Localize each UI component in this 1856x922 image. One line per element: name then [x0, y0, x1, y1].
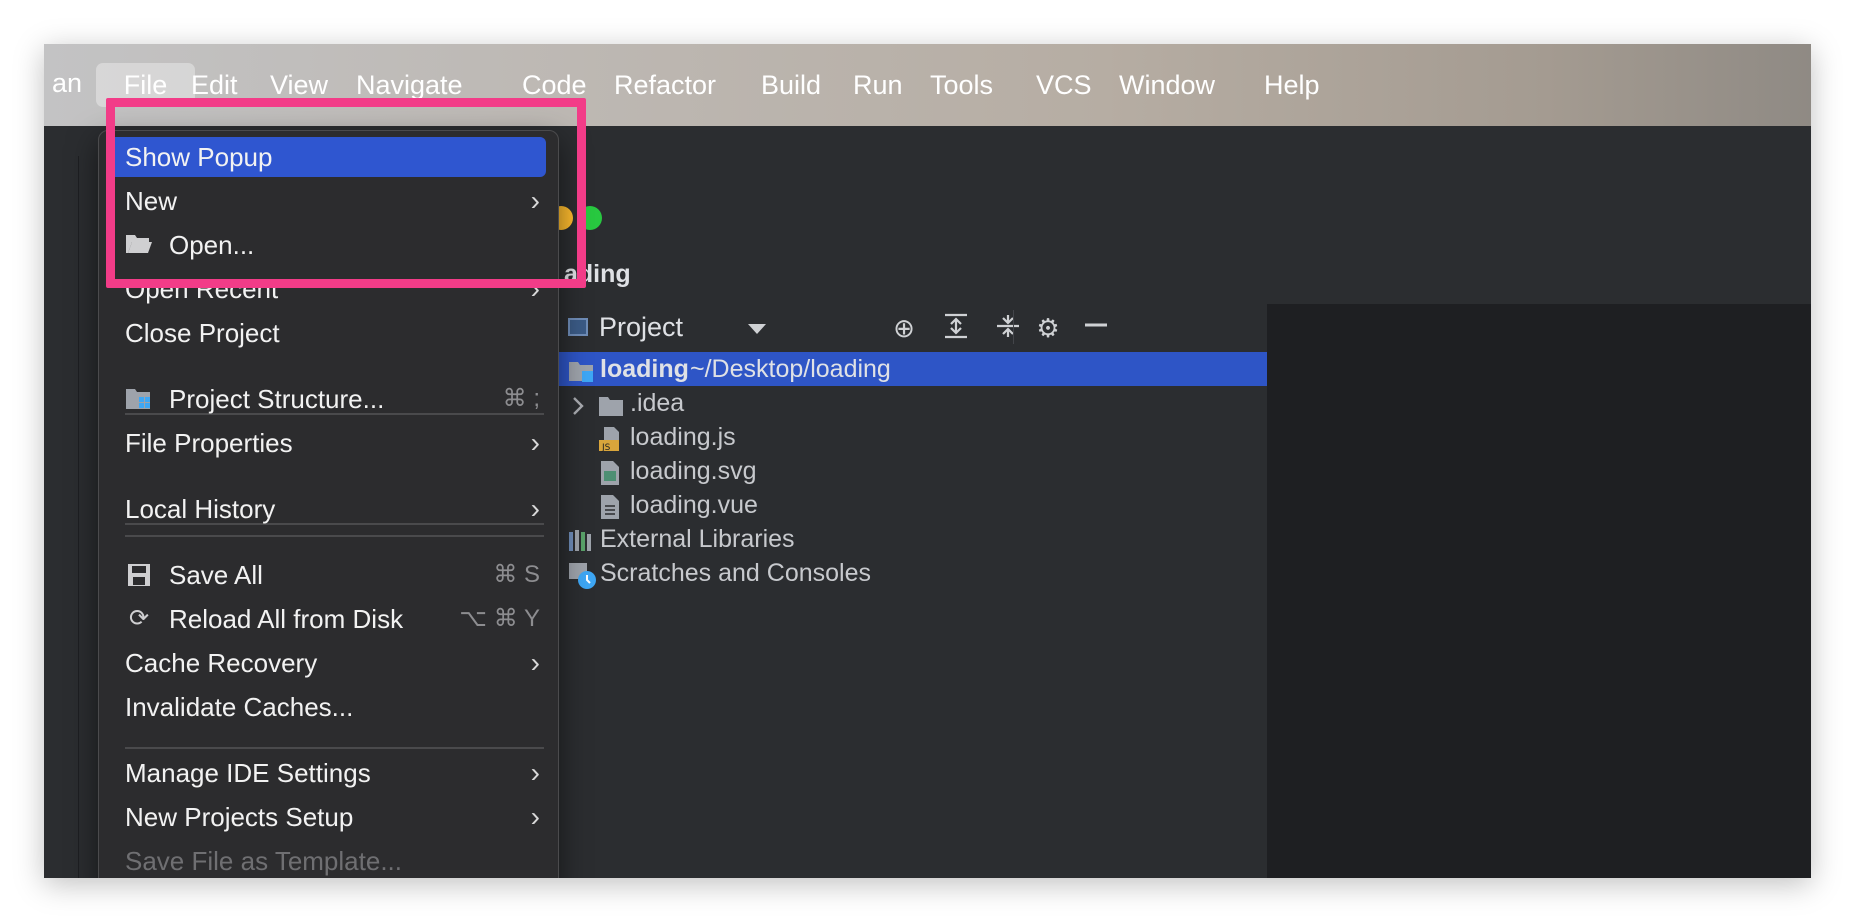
- tool-window-strip: [44, 156, 79, 878]
- project-structure-icon: [125, 387, 153, 411]
- menu-item-label: Save File as Template...: [125, 846, 402, 876]
- project-panel-title[interactable]: Project: [599, 312, 683, 343]
- menu-item-label: Manage IDE Settings: [125, 758, 371, 788]
- menu-run[interactable]: Run: [839, 63, 917, 107]
- menu-item-label: File Properties: [125, 428, 293, 458]
- menu-item-label: New Projects Setup: [125, 802, 354, 832]
- menu-item-manage-ide-settings[interactable]: Manage IDE Settings ›: [109, 753, 546, 793]
- menu-item-save-file-as-template: Save File as Template...: [109, 841, 546, 878]
- menu-vcs[interactable]: VCS: [1022, 63, 1106, 107]
- collapse-all-icon[interactable]: [992, 312, 1024, 344]
- root-folder-path: ~/Desktop/loading: [690, 355, 891, 383]
- save-icon: [125, 563, 153, 587]
- tree-row-scratches[interactable]: Scratches and Consoles: [554, 556, 1267, 590]
- menu-item-shortcut: ⌘ S: [493, 561, 540, 588]
- menu-separator: [125, 747, 544, 749]
- menu-item-cache-recovery[interactable]: Cache Recovery ›: [109, 643, 546, 683]
- chevron-down-icon[interactable]: [748, 324, 766, 334]
- tree-item-label: loading.svg: [630, 457, 757, 485]
- chevron-right-icon[interactable]: [568, 392, 592, 415]
- scratches-icon: [568, 562, 596, 589]
- menu-build[interactable]: Build: [747, 63, 835, 107]
- menu-window[interactable]: Window: [1105, 63, 1229, 107]
- javascript-file-icon: JS: [598, 426, 622, 453]
- menu-help[interactable]: Help: [1250, 63, 1334, 107]
- menu-item-label: Cache Recovery: [125, 648, 318, 678]
- project-window-icon: [568, 318, 588, 336]
- menu-item-label: Save All: [169, 560, 263, 590]
- menu-item-label: Project Structure...: [169, 384, 385, 414]
- svg-text:JS: JS: [601, 443, 611, 452]
- toolbar-divider: [1013, 310, 1014, 344]
- tree-row-svg[interactable]: loading.svg: [554, 454, 1267, 488]
- menu-item-label: Invalidate Caches...: [125, 692, 354, 722]
- menu-item-label: Close Project: [125, 318, 280, 348]
- chevron-right-icon: ›: [530, 757, 540, 788]
- root-folder-name: loading: [600, 355, 689, 383]
- menu-item-shortcut: ⌥ ⌘ Y: [459, 605, 540, 632]
- highlight-annotation: [106, 98, 586, 288]
- menu-item-label: Reload All from Disk: [169, 604, 404, 634]
- hide-panel-icon[interactable]: [1080, 312, 1112, 344]
- tree-row-js[interactable]: JS loading.js: [554, 420, 1267, 454]
- locate-icon[interactable]: ⊕: [888, 312, 920, 344]
- menu-separator: [125, 535, 544, 537]
- menu-item-invalidate-caches[interactable]: Invalidate Caches...: [109, 687, 546, 727]
- tree-item-label: loading.vue: [630, 491, 758, 519]
- expand-all-icon[interactable]: [940, 312, 972, 344]
- tree-row-idea[interactable]: .idea: [554, 386, 1267, 420]
- image-file-icon: [598, 460, 622, 485]
- tree-row-root[interactable]: loading ~/Desktop/loading: [554, 352, 1267, 386]
- chevron-right-icon: ›: [530, 647, 540, 678]
- tree-item-label: .idea: [630, 389, 685, 417]
- chevron-right-icon: ›: [530, 801, 540, 832]
- menu-refactor[interactable]: Refactor: [600, 63, 730, 107]
- project-panel: Project ⊕ ⚙ loading ~/Desktop/loading .i…: [554, 304, 1268, 878]
- menu-item-close-project[interactable]: Close Project: [109, 313, 546, 353]
- tree-item-label: loading.js: [630, 423, 736, 451]
- tree-row-external-libraries[interactable]: External Libraries: [554, 522, 1267, 556]
- screenshot-frame: ading Project ⊕ ⚙ loading ~/Desktop/load…: [44, 44, 1811, 878]
- menu-tools[interactable]: Tools: [916, 63, 1007, 107]
- tree-row-vue[interactable]: loading.vue: [554, 488, 1267, 522]
- gear-icon[interactable]: ⚙: [1032, 312, 1064, 344]
- text-file-icon: [598, 494, 622, 519]
- editor-area: [1268, 304, 1811, 878]
- folder-icon: [568, 358, 593, 382]
- libraries-icon: [568, 528, 592, 551]
- tree-item-label: External Libraries: [600, 525, 795, 553]
- menu-item-reload-all[interactable]: ⟳ Reload All from Disk ⌥ ⌘ Y: [109, 599, 546, 639]
- tree-item-label: Scratches and Consoles: [600, 559, 871, 587]
- folder-icon: [598, 392, 623, 416]
- refresh-icon: ⟳: [128, 605, 150, 632]
- menu-item-project-structure[interactable]: Project Structure... ⌘ ;: [109, 379, 546, 419]
- menu-item-new-projects-setup[interactable]: New Projects Setup ›: [109, 797, 546, 837]
- menu-item-shortcut: ⌘ ;: [502, 385, 540, 412]
- menu-item-local-history[interactable]: Local History ›: [109, 489, 546, 529]
- project-panel-header: Project ⊕ ⚙: [554, 304, 1267, 350]
- menu-item-label: Local History: [125, 494, 276, 524]
- app-name-menu[interactable]: an: [44, 68, 82, 99]
- chevron-right-icon: ›: [530, 427, 540, 458]
- chevron-right-icon: ›: [530, 493, 540, 524]
- menu-item-file-properties[interactable]: File Properties ›: [109, 423, 546, 463]
- menu-item-save-all[interactable]: Save All ⌘ S: [109, 555, 546, 595]
